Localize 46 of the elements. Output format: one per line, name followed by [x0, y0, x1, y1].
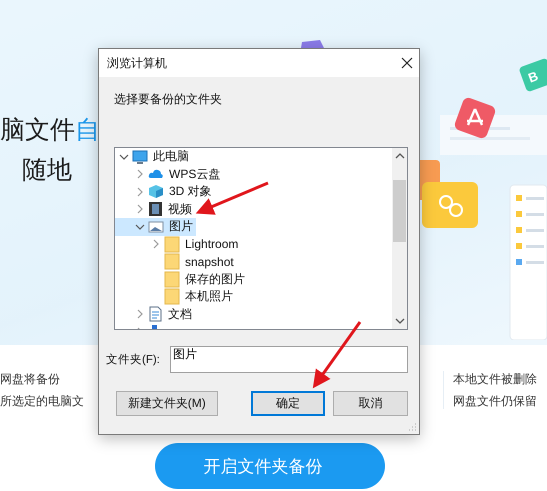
document-icon [148, 306, 163, 322]
dialog-button[interactable]: 取消 [333, 391, 408, 416]
dialog-button[interactable]: 确定 [250, 391, 326, 416]
expand-icon[interactable] [135, 204, 145, 214]
prompt-text: 选择要备份的文件夹 [114, 91, 223, 108]
folder-icon [164, 253, 180, 270]
tree-item[interactable]: Lightroom [115, 236, 242, 253]
tree-item[interactable]: 视频 [115, 200, 195, 218]
headline: 脑文件自 [0, 115, 100, 146]
folder-icon [164, 236, 180, 253]
collapse-icon[interactable] [135, 222, 145, 232]
tree-item[interactable]: 3D 对象 [115, 183, 215, 200]
computer-icon [132, 150, 148, 164]
dialog-button[interactable]: 新建文件夹(M) [116, 391, 218, 416]
tree-item[interactable]: 保存的图片 [115, 270, 248, 288]
tree-item[interactable]: WPS云盘 [115, 166, 224, 183]
feature-text: 所选定的电脑文 [0, 393, 84, 409]
field-label: 文件夹(F): [106, 352, 161, 367]
cube-icon [148, 184, 164, 200]
picture-icon [148, 220, 164, 234]
expand-icon[interactable] [135, 169, 145, 180]
expand-icon[interactable] [135, 186, 145, 197]
collapse-icon[interactable] [119, 152, 129, 162]
tree-item[interactable]: 文档 [115, 306, 195, 323]
folder-input[interactable]: 图片 [170, 346, 408, 373]
scroll-up-icon [394, 152, 406, 160]
window-title: 浏览计算机 [107, 54, 167, 72]
tree-item[interactable]: 此电脑 [115, 148, 192, 166]
annotation-arrow [312, 321, 362, 388]
scroll-thumb[interactable] [393, 180, 406, 242]
expand-icon[interactable] [151, 239, 161, 250]
resize-grip-icon [406, 421, 418, 433]
folder-icon [164, 270, 180, 288]
feature-text: 网盘将备份 [0, 371, 61, 387]
feature-text: 本地文件被删除 [453, 371, 538, 387]
film-icon [148, 201, 163, 218]
headline: 随地 [22, 155, 72, 186]
feature-text: 网盘文件仍保留 [453, 393, 538, 409]
tile-icon: B [518, 58, 547, 92]
tree-item[interactable]: 本机照片 [115, 288, 236, 306]
expand-icon[interactable] [135, 309, 145, 320]
tree-item[interactable]: snapshot [115, 253, 237, 270]
close-icon[interactable] [401, 57, 413, 69]
folder-icon [164, 288, 180, 306]
scroll-down-icon [394, 317, 406, 325]
tree-item[interactable]: 图片 [115, 218, 196, 236]
